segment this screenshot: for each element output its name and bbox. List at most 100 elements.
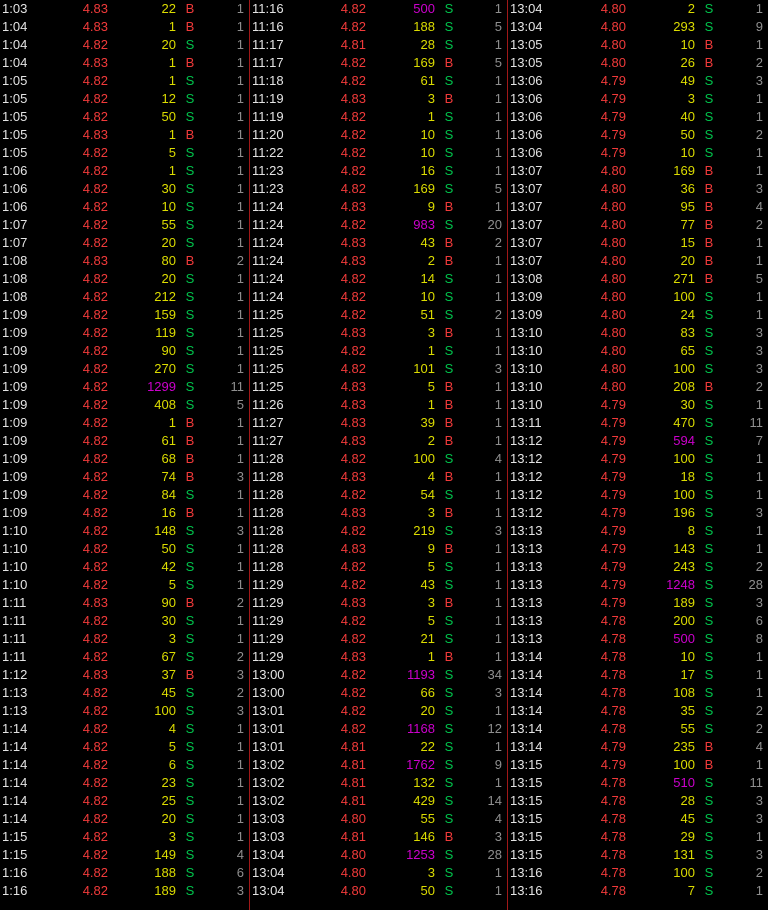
trade-count: 1 (494, 325, 502, 340)
trade-time: 11:27 (252, 433, 284, 448)
trade-side: S (185, 181, 195, 196)
trade-side: S (185, 811, 195, 826)
trade-size: 65 (680, 343, 695, 358)
trade-time: 13:04 (510, 1, 543, 16)
trade-size: 470 (673, 415, 695, 430)
trade-size: 30 (161, 613, 176, 628)
trade-row: 1:15 4.82 3 S 1 (0, 828, 249, 846)
trade-row: 13:04 4.80 2 S 1 (508, 0, 768, 18)
trade-count: 1 (494, 199, 502, 214)
trade-side: S (185, 379, 195, 394)
trade-count: 28 (487, 847, 502, 862)
trade-row: 1:04 4.82 20 S 1 (0, 36, 249, 54)
trade-size: 1193 (407, 667, 435, 682)
trade-time: 11:28 (252, 469, 284, 484)
trade-row: 13:01 4.81 22 S 1 (250, 738, 507, 756)
trade-price: 4.82 (82, 109, 108, 124)
trade-count: 1 (755, 757, 763, 772)
trade-price: 4.79 (600, 541, 626, 556)
trade-time: 1:09 (2, 433, 28, 448)
trade-row: 11:20 4.82 10 S 1 (250, 126, 507, 144)
trade-count: 1 (236, 235, 244, 250)
trade-time: 1:10 (2, 541, 28, 556)
trade-row: 1:09 4.82 1299 S 11 (0, 378, 249, 396)
trade-count: 1 (494, 271, 502, 286)
trade-price: 4.82 (82, 541, 108, 556)
trade-side: B (704, 163, 714, 178)
trade-row: 13:00 4.82 1193 S 34 (250, 666, 507, 684)
trade-row: 11:29 4.83 3 B 1 (250, 594, 507, 612)
trade-count: 1 (755, 451, 763, 466)
trade-time: 11:24 (252, 199, 284, 214)
trade-price: 4.79 (600, 757, 626, 772)
trade-side: S (704, 559, 714, 574)
trade-size: 132 (413, 775, 435, 790)
trade-time: 13:12 (510, 433, 543, 448)
trade-row: 11:28 4.82 5 S 1 (250, 558, 507, 576)
trade-count: 1 (236, 361, 244, 376)
trade-time: 13:02 (252, 757, 285, 772)
trade-time: 13:14 (510, 685, 543, 700)
trade-side: S (704, 307, 714, 322)
trade-price: 4.82 (82, 451, 108, 466)
trade-price: 4.79 (600, 91, 626, 106)
trade-size: 243 (673, 559, 695, 574)
trade-row: 11:28 4.82 54 S 1 (250, 486, 507, 504)
trade-count: 1 (236, 163, 244, 178)
trade-side: S (704, 595, 714, 610)
trade-price: 4.83 (340, 541, 366, 556)
trade-count: 1 (755, 1, 763, 16)
trade-row: 11:29 4.82 43 S 1 (250, 576, 507, 594)
trade-size: 10 (161, 199, 176, 214)
trade-size: 3 (168, 631, 176, 646)
trade-time: 1:09 (2, 505, 28, 520)
trade-price: 4.83 (340, 595, 366, 610)
trade-row: 1:14 4.82 25 S 1 (0, 792, 249, 810)
trade-time: 1:09 (2, 379, 28, 394)
trade-size: 5 (168, 739, 176, 754)
trade-time: 1:11 (2, 631, 27, 646)
trade-size: 108 (673, 685, 695, 700)
trade-side: S (185, 793, 195, 808)
trade-size: 66 (420, 685, 435, 700)
trade-count: 1 (236, 1, 244, 16)
trade-time: 13:12 (510, 451, 543, 466)
trade-time: 13:05 (510, 37, 543, 52)
trade-row: 13:06 4.79 3 S 1 (508, 90, 768, 108)
trade-size: 169 (413, 55, 435, 70)
trade-time: 13:13 (510, 559, 543, 574)
trade-price: 4.82 (340, 523, 366, 538)
trade-count: 3 (494, 829, 502, 844)
trade-side: B (704, 55, 714, 70)
trade-time: 13:06 (510, 109, 543, 124)
trade-size: 429 (413, 793, 435, 808)
trade-size: 20 (161, 235, 176, 250)
trade-row: 13:14 4.79 235 B 4 (508, 738, 768, 756)
trade-size: 100 (673, 361, 695, 376)
trade-price: 4.78 (600, 865, 626, 880)
trade-side: B (444, 649, 454, 664)
trade-row: 13:12 4.79 196 S 3 (508, 504, 768, 522)
trade-size: 169 (673, 163, 695, 178)
trade-row: 1:08 4.83 80 B 2 (0, 252, 249, 270)
trade-size: 100 (673, 487, 695, 502)
trade-side: B (704, 199, 714, 214)
trade-count: 5 (494, 55, 502, 70)
trade-price: 4.82 (82, 235, 108, 250)
trade-price: 4.80 (340, 865, 366, 880)
trade-time: 13:14 (510, 667, 543, 682)
trade-count: 5 (755, 271, 763, 286)
trade-size: 189 (673, 595, 695, 610)
trade-count: 1 (755, 397, 763, 412)
trade-time: 13:09 (510, 289, 543, 304)
trade-count: 8 (755, 631, 763, 646)
trade-count: 1 (494, 397, 502, 412)
trade-time: 1:14 (2, 721, 28, 736)
trade-row: 13:13 4.79 243 S 2 (508, 558, 768, 576)
trade-size: 148 (154, 523, 176, 538)
trade-price: 4.82 (82, 469, 108, 484)
trade-price: 4.82 (82, 865, 108, 880)
trade-side: S (185, 91, 195, 106)
trade-time: 13:02 (252, 793, 285, 808)
trade-count: 1 (236, 793, 244, 808)
